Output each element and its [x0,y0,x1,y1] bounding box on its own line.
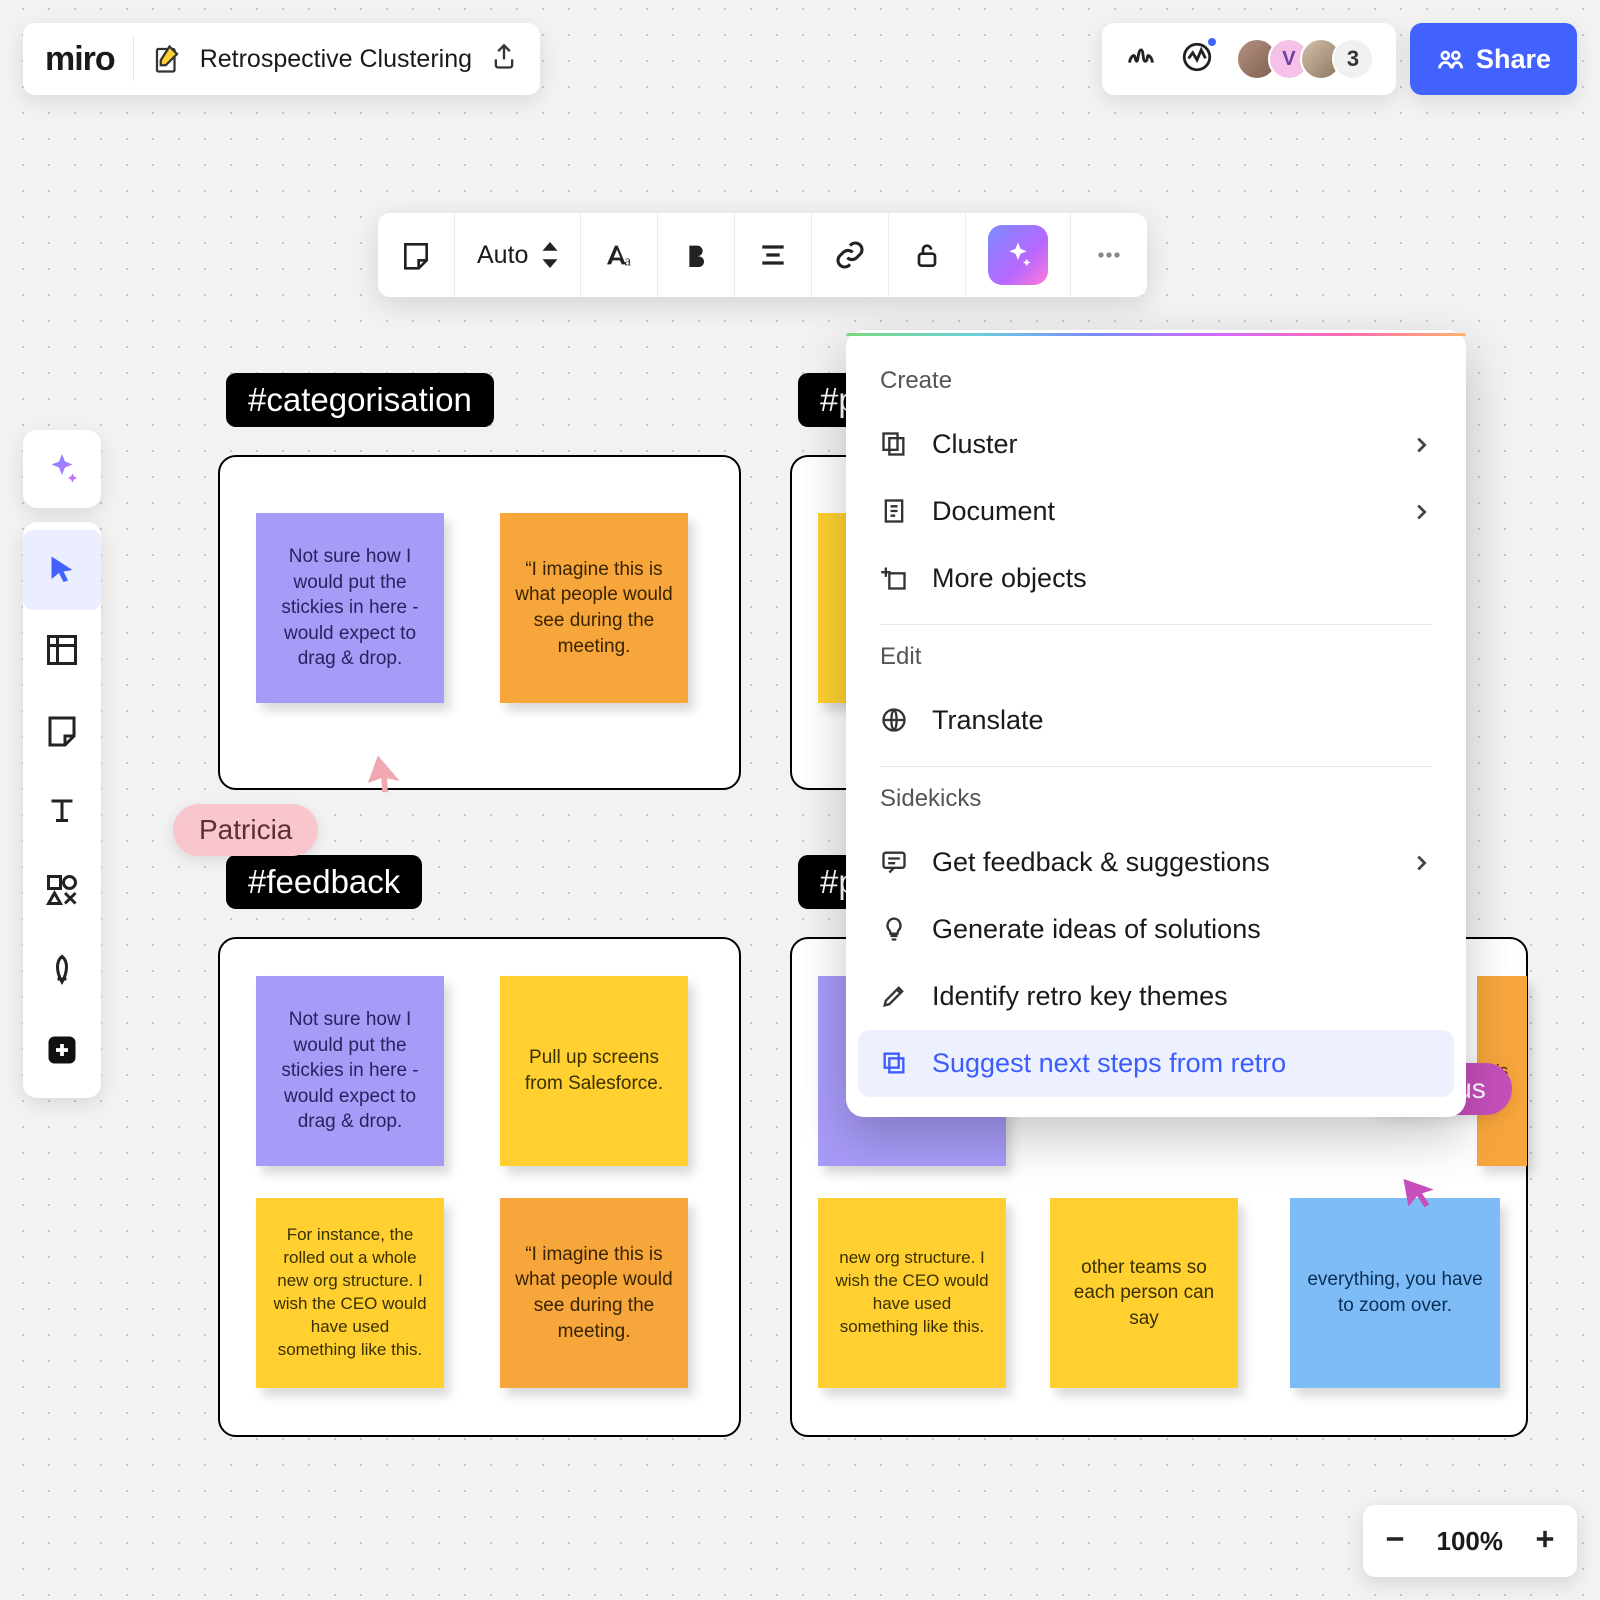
menu-item-label: Generate ideas of solutions [932,914,1261,945]
board-title[interactable]: Retrospective Clustering [200,45,472,74]
divider [880,624,1432,625]
divider [133,37,134,81]
menu-item-cluster[interactable]: Cluster [858,411,1454,478]
add-object-icon [880,564,910,594]
bold-button[interactable] [658,213,735,297]
pen-tool[interactable] [23,930,101,1010]
font-button[interactable]: a [581,213,658,297]
avatar-overflow-count[interactable]: 3 [1332,38,1374,80]
ai-button[interactable] [966,213,1071,297]
panel-heading: Create [858,361,1454,411]
menu-item-next-steps[interactable]: Suggest next steps from retro [858,1030,1454,1097]
menu-item-label: Document [932,496,1055,527]
menu-item-label: Translate [932,705,1044,736]
shapes-tool[interactable] [23,850,101,930]
frame-tool[interactable] [23,610,101,690]
format-toolbar: Auto a [378,213,1147,297]
panel-heading: Edit [858,637,1454,687]
export-icon[interactable] [490,43,518,76]
music-icon[interactable] [1124,40,1158,79]
note-type-button[interactable] [378,213,455,297]
menu-item-label: More objects [932,563,1087,594]
pencil-icon [880,982,910,1012]
menu-item-label: Suggest next steps from retro [932,1048,1286,1079]
cluster-tag[interactable]: #categorisation [226,373,494,427]
app-logo[interactable]: miro [45,40,115,79]
menu-item-feedback[interactable]: Get feedback & suggestions [858,829,1454,896]
svg-text:a: a [625,254,632,270]
ai-assist-button[interactable] [23,430,101,508]
sticky-note[interactable]: other teams so each person can say [1050,1198,1238,1388]
menu-item-document[interactable]: Document [858,478,1454,545]
add-tool[interactable] [23,1010,101,1090]
topbar-right: V 3 Share [1102,23,1577,95]
share-button[interactable]: Share [1410,23,1577,95]
globe-icon [880,706,910,736]
zoom-out-button[interactable] [1381,1525,1409,1558]
collaborator-label: Patricia [173,804,318,856]
chevron-right-icon [1410,434,1432,456]
chevron-right-icon [1410,852,1432,874]
size-mode-label: Auto [477,241,528,270]
lock-button[interactable] [889,213,966,297]
more-button[interactable] [1071,213,1147,297]
chevron-right-icon [1410,501,1432,523]
text-tool[interactable] [23,770,101,850]
topbar-left: miro Retrospective Clustering [23,23,540,95]
sticky-note[interactable]: “I imagine this is what people would see… [500,1198,688,1388]
menu-item-ideas[interactable]: Generate ideas of solutions [858,896,1454,963]
menu-item-translate[interactable]: Translate [858,687,1454,754]
zoom-control: 100% [1363,1505,1578,1577]
align-button[interactable] [735,213,812,297]
lightbulb-icon [880,915,910,945]
collaborator-cursor: Patricia [173,760,318,856]
panel-heading: Sidekicks [858,779,1454,829]
left-toolbar [23,430,101,1098]
sticky-note[interactable]: everything, you have to zoom over. [1290,1198,1500,1388]
menu-item-label: Get feedback & suggestions [932,847,1270,878]
sticky-note[interactable]: Pull up screens from Salesforce. [500,976,688,1166]
notification-dot [1206,36,1218,48]
sticky-tool[interactable] [23,690,101,770]
document-icon [880,497,910,527]
avatar-stack[interactable]: V 3 [1236,38,1374,80]
menu-item-themes[interactable]: Identify retro key themes [858,963,1454,1030]
size-mode-control[interactable]: Auto [455,213,581,297]
cluster-icon [880,430,910,460]
sticky-note[interactable]: “I imagine this is what people would see… [500,513,688,703]
select-tool[interactable] [23,530,101,610]
zoom-level[interactable]: 100% [1437,1526,1504,1557]
cluster-tag[interactable]: #feedback [226,855,422,909]
menu-item-label: Identify retro key themes [932,981,1228,1012]
share-label: Share [1476,44,1551,75]
copy-icon [880,1049,910,1079]
menu-item-more-objects[interactable]: More objects [858,545,1454,612]
sticky-note[interactable]: For instance, the rolled out a whole new… [256,1198,444,1388]
chat-icon [880,848,910,878]
divider [880,766,1432,767]
activity-icon[interactable] [1180,40,1214,79]
sticky-note[interactable]: Not sure how I would put the stickies in… [256,513,444,703]
stepper-icon[interactable] [542,242,558,268]
board-icon[interactable] [152,44,182,74]
collab-box: V 3 [1102,23,1396,95]
ai-dropdown-panel: Create Cluster Document More objects Edi… [846,330,1466,1117]
menu-item-label: Cluster [932,429,1018,460]
sticky-note[interactable]: new org structure. I wish the CEO would … [818,1198,1006,1388]
tool-panel [23,522,101,1098]
link-button[interactable] [812,213,889,297]
sticky-note[interactable]: Not sure how I would put the stickies in… [256,976,444,1166]
zoom-in-button[interactable] [1531,1525,1559,1558]
